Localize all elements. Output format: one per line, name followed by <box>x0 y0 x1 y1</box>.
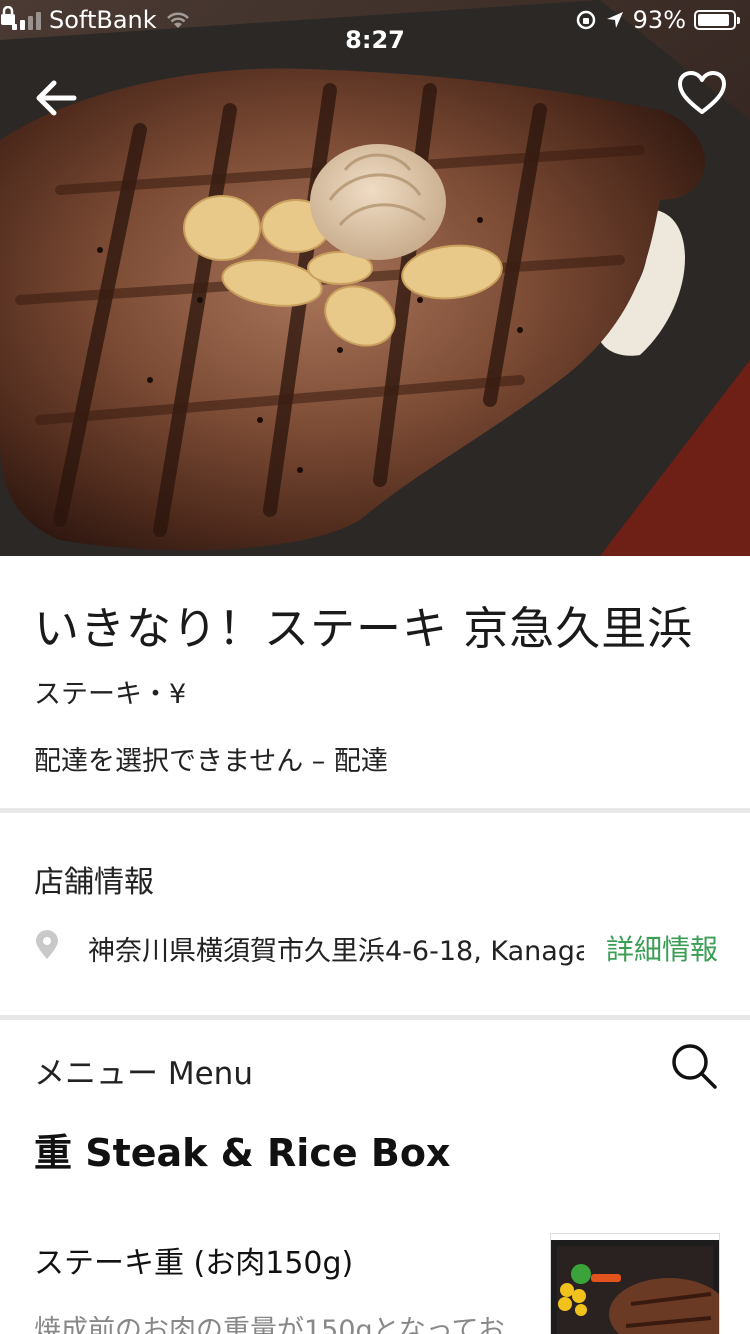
location-icon <box>606 12 623 28</box>
menu-section-title: 重 Steak & Rice Box <box>34 1131 451 1175</box>
battery-icon <box>694 10 740 30</box>
menu-item-image <box>550 1233 720 1334</box>
status-time: 8:27 <box>345 26 405 54</box>
menu-label: メニュー Menu <box>34 1056 253 1092</box>
restaurant-category: ステーキ・¥ <box>34 679 187 710</box>
restaurant-screen: SoftBank 8:27 93% いきなり！ステーキ 京急久里浜 ステーキ・¥… <box>0 0 750 1334</box>
arrow-left-icon <box>36 80 77 116</box>
rotation-lock-icon <box>576 10 595 30</box>
details-link[interactable]: 詳細情報 <box>606 928 718 968</box>
store-address: 神奈川県横須賀市久里浜4-6-18, Kanagawa <box>88 936 584 967</box>
steak-photo <box>0 0 750 556</box>
menu-item-name: ステーキ重 (お肉150g) <box>34 1246 354 1281</box>
search-icon <box>672 1044 717 1089</box>
store-info-title: 店舗情報 <box>34 865 154 900</box>
heart-icon <box>678 71 726 114</box>
status-bar: SoftBank 8:27 93% <box>0 0 750 54</box>
favorite-button[interactable] <box>676 68 728 120</box>
hero-image: SoftBank 8:27 93% <box>0 0 750 556</box>
menu-search-button[interactable] <box>670 1042 718 1090</box>
menu-item-description: 焼成前のお肉の重量が150gとなってお <box>34 1315 505 1334</box>
restaurant-name: いきなり！ステーキ 京急久里浜 <box>34 602 694 655</box>
location-pin-icon <box>36 930 58 959</box>
restaurant-info: いきなり！ステーキ 京急久里浜 ステーキ・¥ 配達を選択できません – 配達 <box>0 556 750 808</box>
menu-section: メニュー Menu 重 Steak & Rice Box ステーキ重 (お肉15… <box>0 1020 750 1334</box>
status-right: 93% <box>575 6 740 34</box>
store-info-section: 店舗情報 神奈川県横須賀市久里浜4-6-18, Kanagawa 詳細情報 <box>0 813 750 1015</box>
delivery-status: 配達を選択できません – 配達 <box>34 746 388 777</box>
back-button[interactable] <box>30 72 82 124</box>
lock-icon <box>1 6 15 25</box>
battery-percent: 93% <box>632 6 686 34</box>
